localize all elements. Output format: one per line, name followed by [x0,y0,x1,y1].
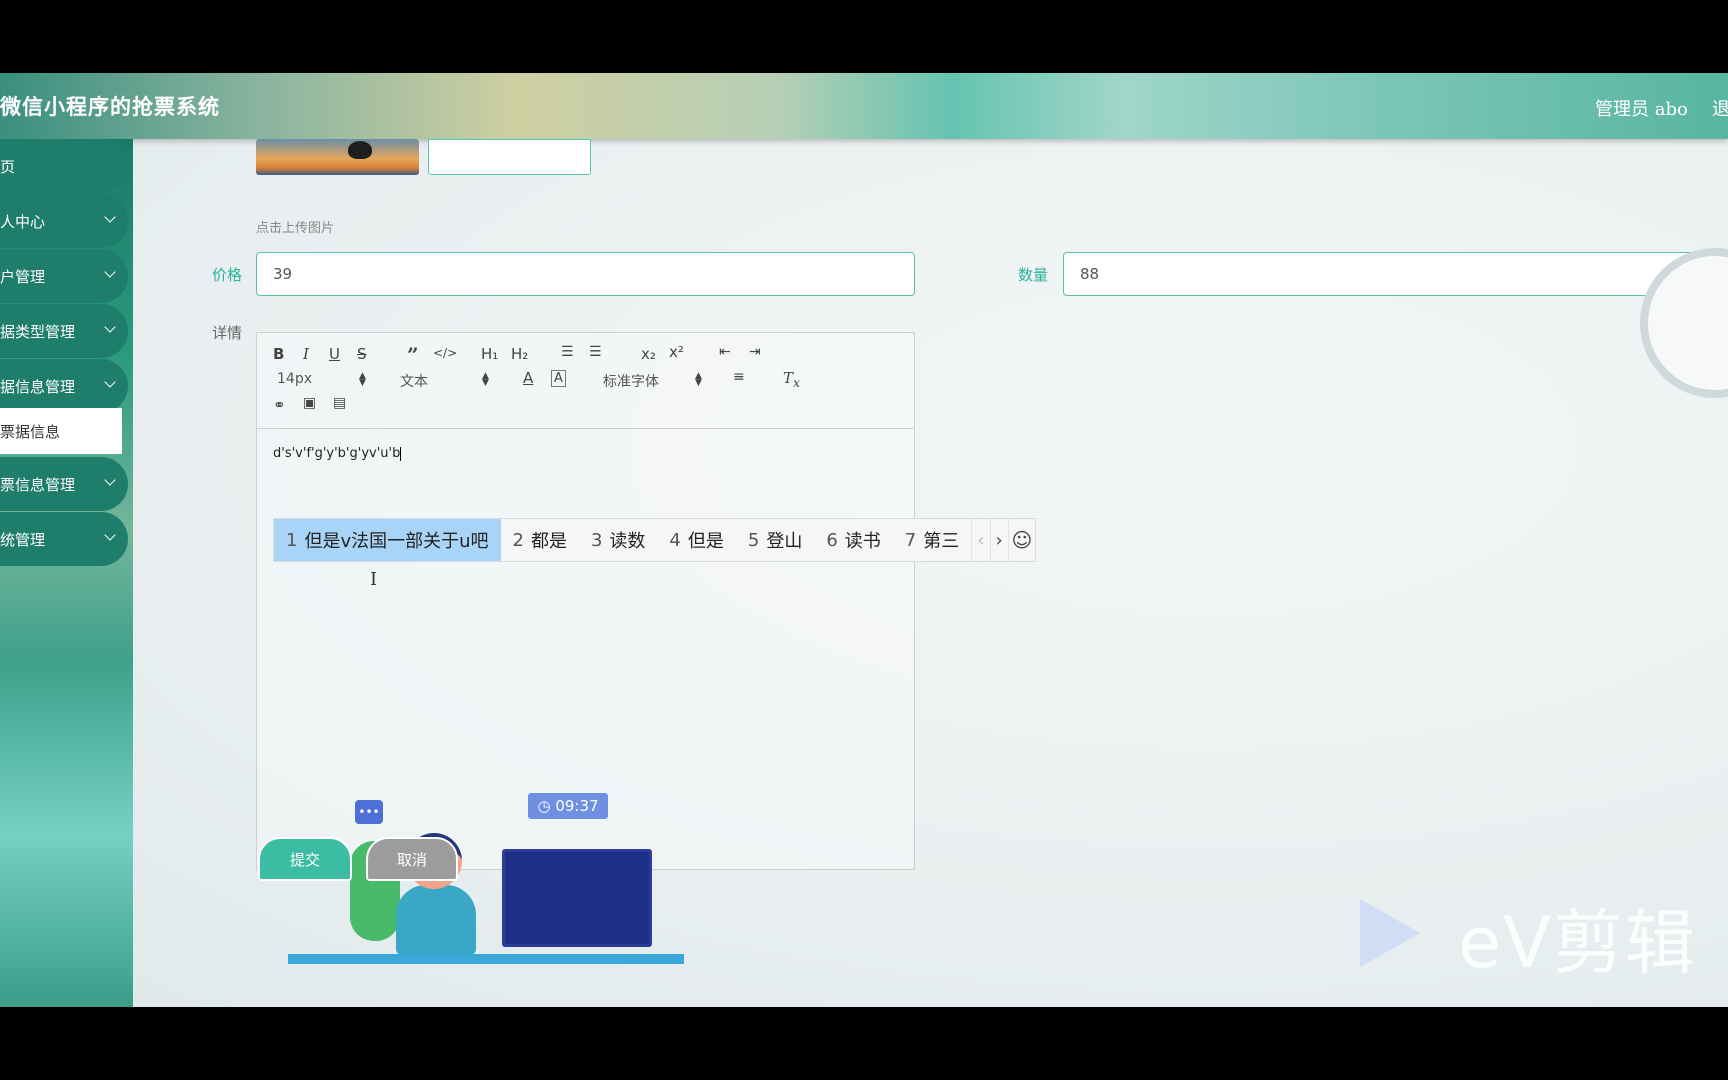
indent-icon[interactable]: ⇥ [749,344,761,360]
sidebar-item-ticket-type-management[interactable]: 据类型管理 [0,304,128,358]
emoji-icon[interactable]: ☺ [1007,519,1035,561]
video-icon[interactable]: ▤ [333,395,346,411]
image-icon[interactable]: ▣ [303,395,316,411]
clear-format-icon[interactable]: Tx [783,369,800,390]
illustration-clock-badge: ◷ 09:37 [528,793,608,819]
price-input[interactable]: 39 [256,252,915,296]
quantity-input[interactable]: 88 [1063,252,1727,296]
heading2-icon[interactable]: H₂ [511,345,528,363]
ime-candidate[interactable]: 2 都是 [501,519,579,561]
outdent-icon[interactable]: ⇤ [719,344,731,360]
editor-content[interactable]: d's'v'f'g'y'b'g'yv'u'b [273,446,402,461]
sidebar-item-label: 票信息管理 [0,475,76,494]
sidebar-item-label: 统管理 [0,530,46,549]
ibeam-cursor-icon: I [370,569,378,590]
sidebar-item-label: 据信息管理 [0,377,76,396]
sidebar-item-grab-ticket-management[interactable]: 票信息管理 [0,457,128,511]
font-family-value: 标准字体 [603,374,659,390]
uploaded-image-thumbnail[interactable] [256,139,419,175]
block-type-value: 文本 [400,374,428,390]
illustration-desk [288,954,684,964]
font-size-select[interactable]: 14px ▲ ▼ [277,371,367,388]
detail-label: 详情 [212,324,243,342]
sidebar: 页 人中心 户管理 据类型管理 据信息管理 票据信息 票信息管理 统管理 [0,139,133,1007]
text-caret [400,446,402,461]
ime-candidate-bar[interactable]: 1 但是v法国一部关于u吧 2 都是 3 读数 4 但是 5 登山 6 读书 7 第三 ‹ ›… [273,518,1036,562]
chevron-down-icon [104,211,116,223]
sidebar-subitem-ticket-info[interactable]: 票据信息 [0,408,122,454]
ime-candidate[interactable]: 5 登山 [736,519,814,561]
select-arrows-icon: ▲ ▼ [359,371,366,388]
app-window: 微信小程序的抢票系统 管理员 abo 退 页 人中心 户管理 据类型管理 据信息… [0,73,1728,1007]
ime-candidate[interactable]: 4 但是 [657,519,735,561]
select-arrows-icon: ▲ ▼ [695,371,702,388]
app-title: 微信小程序的抢票系统 [0,95,220,119]
superscript-icon[interactable]: x² [669,343,684,361]
editor-toolbar: B I U S ” </> H₁ H₂ ☰ ☰ x₂ x² ⇤ ⇥ 14px ▲… [257,333,914,429]
watermark-play-icon [1360,899,1420,967]
chevron-down-icon [104,266,116,278]
sidebar-item-label: 页 [0,157,16,176]
font-family-select[interactable]: 标准字体 ▲ ▼ [603,371,703,391]
sidebar-item-label: 户管理 [0,267,46,286]
price-label: 价格 [212,266,243,284]
strikethrough-icon[interactable]: S [357,345,367,363]
chevron-down-icon [104,321,116,333]
sidebar-item-system-management[interactable]: 统管理 [0,512,128,566]
illustration-monitor [502,849,652,947]
ime-prev-page-icon[interactable]: ‹ [971,519,989,561]
clock-time: 09:37 [555,797,599,815]
main-content: 点击上传图片 价格 39 数量 88 详情 B I U S ” </> H₁ H… [133,139,1728,1007]
upload-image-box[interactable] [428,139,591,175]
sidebar-item-ticket-info-management[interactable]: 据信息管理 [0,359,128,413]
chevron-down-icon [104,376,116,388]
ime-candidate[interactable]: 3 读数 [579,519,657,561]
sidebar-item-personal-center[interactable]: 人中心 [0,194,128,248]
link-icon[interactable]: ⚭ [273,396,286,414]
rich-text-editor[interactable]: B I U S ” </> H₁ H₂ ☰ ☰ x₂ x² ⇤ ⇥ 14px ▲… [256,332,915,870]
clock-icon: ◷ [537,797,556,815]
chevron-down-icon [104,529,116,541]
heading1-icon[interactable]: H₁ [481,345,498,363]
quantity-label: 数量 [1018,266,1049,284]
ime-next-page-icon[interactable]: › [989,519,1008,561]
editor-text-value: d's'v'f'g'y'b'g'yv'u'b [273,446,401,461]
upload-hint: 点击上传图片 [256,221,335,236]
italic-icon[interactable]: I [303,345,309,363]
top-header: 微信小程序的抢票系统 管理员 abo 退 [0,73,1728,139]
cancel-button[interactable]: 取消 [366,837,458,881]
background-color-icon[interactable]: A [551,370,566,387]
illustration-person-body [396,885,476,955]
ime-candidate[interactable]: 1 但是v法国一部关于u吧 [274,519,501,561]
bullet-list-icon[interactable]: ☰ [589,344,602,360]
chat-bubble-icon: ••• [355,800,383,824]
sidebar-item-label: 据类型管理 [0,322,76,341]
submit-button[interactable]: 提交 [258,837,352,881]
chevron-down-icon [104,474,116,486]
watermark-text: eV剪辑 [1458,902,1697,984]
select-arrows-icon: ▲ ▼ [482,371,489,388]
block-type-select[interactable]: 文本 ▲ ▼ [400,371,490,391]
blockquote-icon[interactable]: ” [407,343,419,367]
admin-user-label[interactable]: 管理员 abo [1595,95,1688,121]
logout-link[interactable]: 退 [1712,95,1728,121]
ordered-list-icon[interactable]: ☰ [561,344,574,360]
code-block-icon[interactable]: </> [433,346,457,360]
underline-icon[interactable]: U [329,345,340,363]
sidebar-item-user-management[interactable]: 户管理 [0,249,128,303]
ime-candidate[interactable]: 7 第三 [893,519,971,561]
font-color-icon[interactable]: A [523,369,533,387]
sidebar-subitem-label: 票据信息 [0,422,61,441]
sidebar-item-label: 人中心 [0,212,46,231]
font-size-value: 14px [277,371,312,387]
ime-candidate[interactable]: 6 读书 [814,519,892,561]
sidebar-item-home[interactable]: 页 [0,139,128,193]
subscript-icon[interactable]: x₂ [641,345,656,363]
eagle-silhouette [348,141,372,159]
align-icon[interactable]: ≡ [733,369,745,385]
bold-icon[interactable]: B [273,345,284,363]
